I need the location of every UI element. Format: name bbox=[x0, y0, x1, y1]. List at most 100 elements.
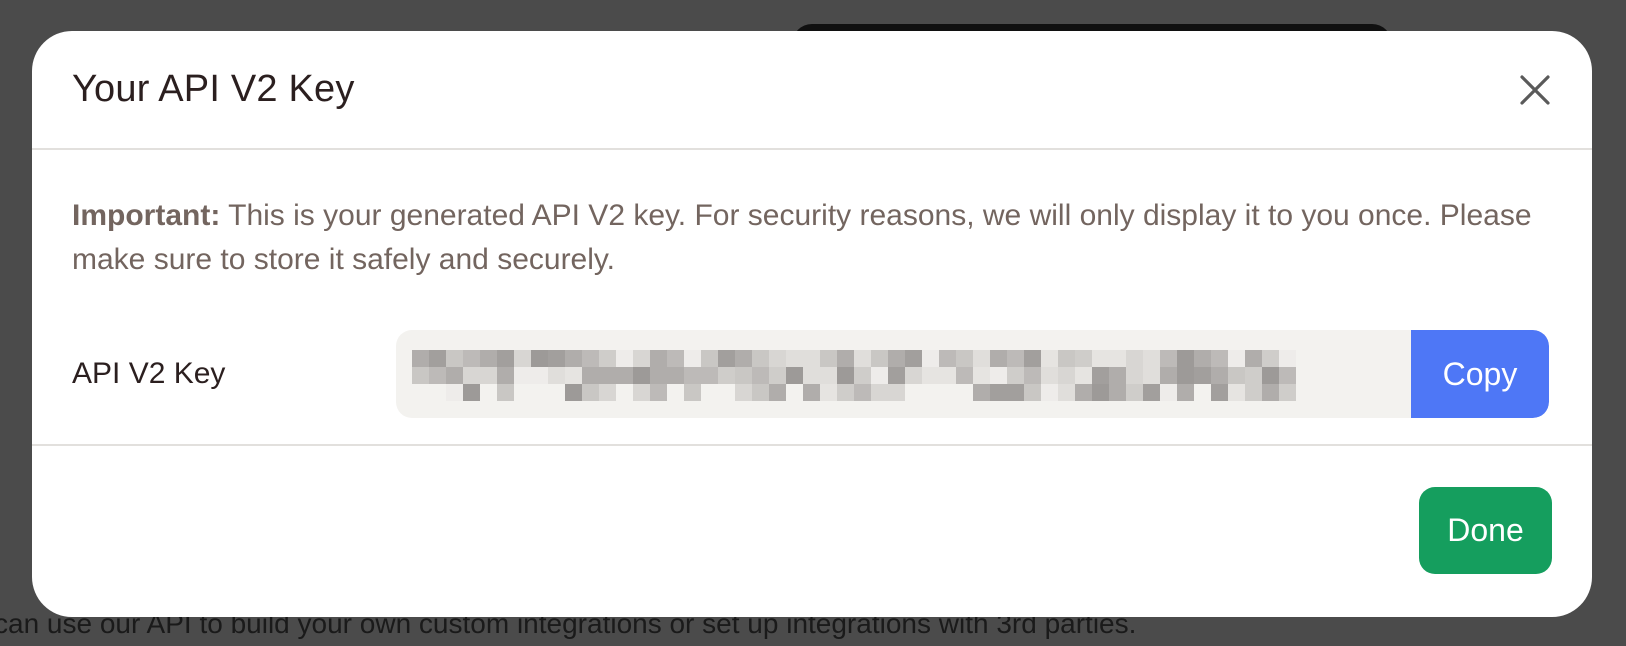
redaction-pixel bbox=[599, 350, 616, 367]
api-key-field: Copy bbox=[396, 330, 1549, 418]
redaction-pixel bbox=[429, 350, 446, 367]
redaction-pixel bbox=[599, 367, 616, 384]
redaction-pixel bbox=[1024, 367, 1041, 384]
notice-text: This is your generated API V2 key. For s… bbox=[72, 199, 1532, 276]
redaction-pixel bbox=[1279, 350, 1296, 367]
dialog-header: Your API V2 Key bbox=[32, 31, 1592, 150]
redaction-pixel bbox=[922, 367, 939, 384]
redaction-pixel bbox=[752, 350, 769, 367]
redaction-pixel bbox=[803, 384, 820, 401]
redaction-pixel bbox=[446, 350, 463, 367]
redaction-pixel bbox=[718, 367, 735, 384]
done-button[interactable]: Done bbox=[1419, 487, 1552, 574]
redaction-pixel bbox=[650, 384, 667, 401]
redaction-pixel bbox=[1024, 384, 1041, 401]
redaction-pixel bbox=[650, 350, 667, 367]
redaction-pixel bbox=[1126, 384, 1143, 401]
redaction-pixel bbox=[701, 367, 718, 384]
redaction-pixel bbox=[837, 367, 854, 384]
redaction-pixel bbox=[905, 350, 922, 367]
redaction-pixel bbox=[412, 350, 429, 367]
redaction-pixel bbox=[735, 384, 752, 401]
redaction-pixel bbox=[1058, 384, 1075, 401]
redaction-pixel bbox=[1143, 384, 1160, 401]
redaction-pixel bbox=[1126, 367, 1143, 384]
redaction-pixel bbox=[1194, 367, 1211, 384]
redaction-pixel bbox=[1211, 350, 1228, 367]
redaction-pixel bbox=[667, 350, 684, 367]
redaction-pixel bbox=[973, 367, 990, 384]
redaction-pixel bbox=[1109, 367, 1126, 384]
redaction-pixel bbox=[633, 367, 650, 384]
redaction-pixel bbox=[582, 350, 599, 367]
close-icon bbox=[1520, 74, 1550, 105]
redaction-pixel bbox=[633, 350, 650, 367]
redaction-pixel bbox=[1075, 350, 1092, 367]
redaction-pixel bbox=[429, 367, 446, 384]
redaction-pixel bbox=[888, 367, 905, 384]
dialog-title: Your API V2 Key bbox=[72, 68, 355, 110]
redaction-pixel bbox=[582, 367, 599, 384]
redaction-pixel bbox=[1109, 350, 1126, 367]
redaction-pixel bbox=[854, 384, 871, 401]
redaction-pixel bbox=[1007, 384, 1024, 401]
redaction-pixel bbox=[1177, 350, 1194, 367]
redaction-pixel bbox=[735, 367, 752, 384]
redaction-pixel bbox=[1007, 350, 1024, 367]
redaction-pixel bbox=[973, 350, 990, 367]
redaction-pixel bbox=[1228, 384, 1245, 401]
redaction-pixel bbox=[1143, 350, 1160, 367]
dialog-body: Important: This is your generated API V2… bbox=[32, 150, 1592, 446]
copy-button[interactable]: Copy bbox=[1411, 330, 1549, 418]
redaction-pixel bbox=[497, 350, 514, 367]
redaction-pixel bbox=[1109, 384, 1126, 401]
redaction-pixel bbox=[1262, 367, 1279, 384]
security-notice: Important: This is your generated API V2… bbox=[72, 194, 1552, 282]
redaction-pixel bbox=[735, 350, 752, 367]
redaction-pixel bbox=[803, 367, 820, 384]
redaction-pixel bbox=[786, 367, 803, 384]
redaction-pixel bbox=[565, 350, 582, 367]
redaction-pixel bbox=[565, 384, 582, 401]
notice-important-label: Important: bbox=[72, 199, 221, 232]
api-key-dialog: Your API V2 Key Important: This is your … bbox=[32, 31, 1592, 617]
redaction-pixel bbox=[1041, 350, 1058, 367]
redaction-pixel bbox=[990, 367, 1007, 384]
redaction-pixel bbox=[1160, 367, 1177, 384]
redaction-pixel bbox=[701, 350, 718, 367]
redaction-pixel bbox=[684, 384, 701, 401]
redaction-pixel bbox=[684, 367, 701, 384]
redaction-pixel bbox=[548, 350, 565, 367]
redaction-pixel bbox=[922, 350, 939, 367]
redaction-pixel bbox=[1194, 350, 1211, 367]
api-key-value-redacted[interactable] bbox=[396, 330, 1411, 418]
redaction-pixel bbox=[752, 384, 769, 401]
redaction-pixel bbox=[667, 367, 684, 384]
redaction-pixel bbox=[820, 384, 837, 401]
redaction-pixel bbox=[888, 350, 905, 367]
redaction-pixel bbox=[837, 350, 854, 367]
redaction-pixel bbox=[854, 350, 871, 367]
redaction-pixel bbox=[1245, 367, 1262, 384]
redaction-pixel bbox=[1058, 367, 1075, 384]
redaction-pixel bbox=[497, 384, 514, 401]
dialog-footer: Done bbox=[32, 446, 1592, 617]
redaction-pixel bbox=[1228, 367, 1245, 384]
redaction-pixel bbox=[514, 367, 531, 384]
redaction-pixel bbox=[837, 384, 854, 401]
redaction-pixel bbox=[1262, 350, 1279, 367]
redaction-pixel bbox=[684, 350, 701, 367]
redaction-pixel bbox=[1092, 384, 1109, 401]
redaction-pixel bbox=[633, 384, 650, 401]
redaction-pixel bbox=[1160, 350, 1177, 367]
redaction-pixel bbox=[888, 384, 905, 401]
redaction-pixel bbox=[871, 367, 888, 384]
redaction-pixel bbox=[1126, 350, 1143, 367]
close-button[interactable] bbox=[1514, 69, 1556, 111]
redaction-pixel bbox=[1262, 384, 1279, 401]
redaction-pixel bbox=[973, 384, 990, 401]
redaction-pixel bbox=[752, 367, 769, 384]
redaction-pixel bbox=[769, 350, 786, 367]
redaction-pixel bbox=[939, 367, 956, 384]
redaction-pixel bbox=[1228, 350, 1245, 367]
